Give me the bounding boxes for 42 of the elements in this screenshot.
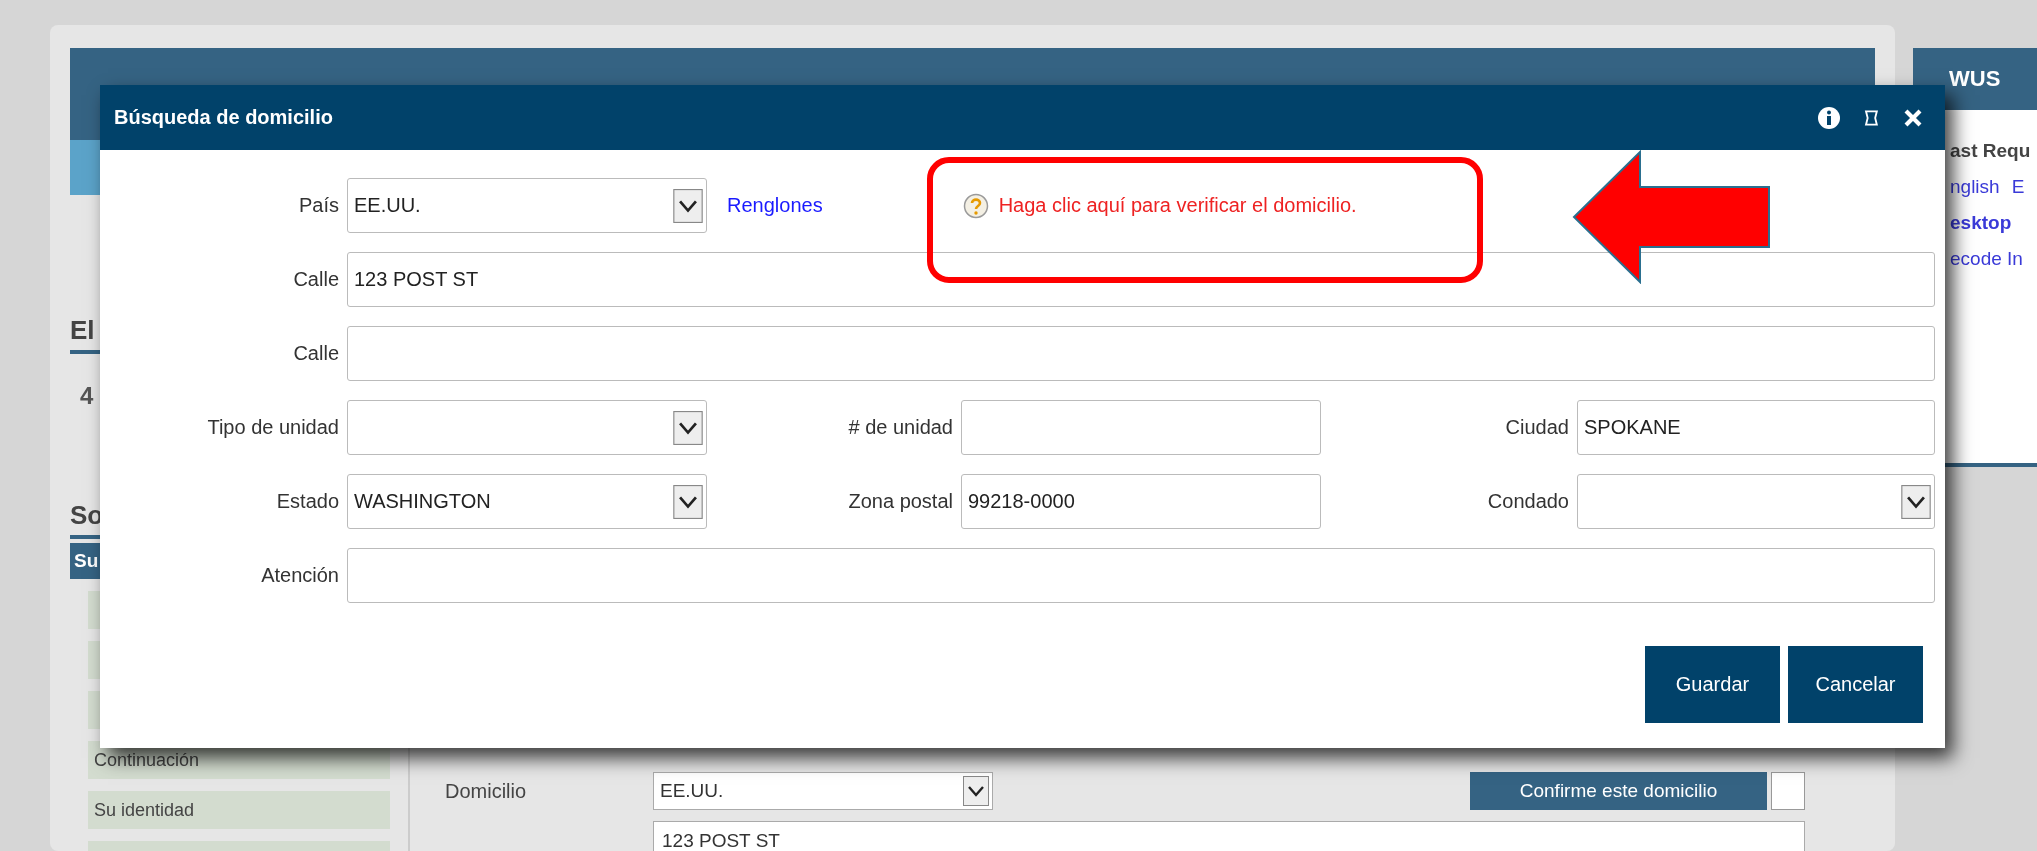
input-field[interactable] — [347, 326, 1935, 381]
help-icon[interactable] — [962, 192, 989, 219]
input-field[interactable] — [961, 400, 1321, 455]
dropdown-field[interactable] — [347, 400, 707, 455]
confirm-address-button[interactable]: Confirme este domicilio — [1470, 772, 1767, 810]
caret-icon — [673, 410, 703, 445]
field-label: Ciudad — [1504, 416, 1569, 439]
panel-link[interactable]: ecode In — [1950, 248, 2023, 270]
field-label: País — [297, 194, 339, 217]
confirm-checkbox[interactable] — [1771, 772, 1805, 810]
caret-icon — [1901, 484, 1931, 519]
input-field[interactable]: 99218-0000 — [961, 474, 1321, 529]
street-field[interactable]: 123 POST ST — [653, 821, 1805, 851]
field-label: Zona postal — [847, 490, 953, 513]
address-label: Domicilio — [445, 779, 528, 803]
caret-icon — [673, 188, 703, 223]
dropdown-field[interactable] — [1577, 474, 1935, 529]
field-label: Tipo de unidad — [206, 416, 339, 439]
input-field[interactable]: 123 POST ST — [347, 252, 1935, 307]
panel-link[interactable]: E — [2011, 176, 2025, 198]
input-field[interactable] — [347, 548, 1935, 603]
dialog-title: Búsqueda de domicilio — [114, 106, 333, 129]
section-value: 4 — [80, 382, 95, 410]
nav-item[interactable]: Su identidad — [88, 791, 390, 829]
field-label: Calle — [292, 342, 339, 365]
caret-icon — [963, 776, 989, 806]
input-field[interactable]: SPOKANE — [1577, 400, 1935, 455]
dialog-button[interactable]: Cancelar — [1788, 646, 1923, 723]
field-label: # de unidad — [847, 416, 953, 439]
info-icon[interactable] — [1817, 105, 1841, 130]
field-label: Atención — [260, 564, 339, 587]
field-label: Calle — [292, 268, 339, 291]
dropdown-field[interactable]: WASHINGTON — [347, 474, 707, 529]
field-label: Estado — [275, 490, 339, 513]
country-select[interactable]: EE.UU. — [653, 772, 993, 810]
country-select[interactable]: EE.UU. — [347, 178, 707, 233]
caret-icon — [673, 484, 703, 519]
dialog-button[interactable]: Guardar — [1645, 646, 1780, 723]
verify-address-link[interactable]: Haga clic aquí para verificar el domicilio. — [998, 194, 1357, 217]
lines-link[interactable]: Renglones — [727, 194, 823, 217]
field-label: Condado — [1486, 490, 1569, 513]
panel-link[interactable]: nglish — [1950, 176, 2000, 198]
